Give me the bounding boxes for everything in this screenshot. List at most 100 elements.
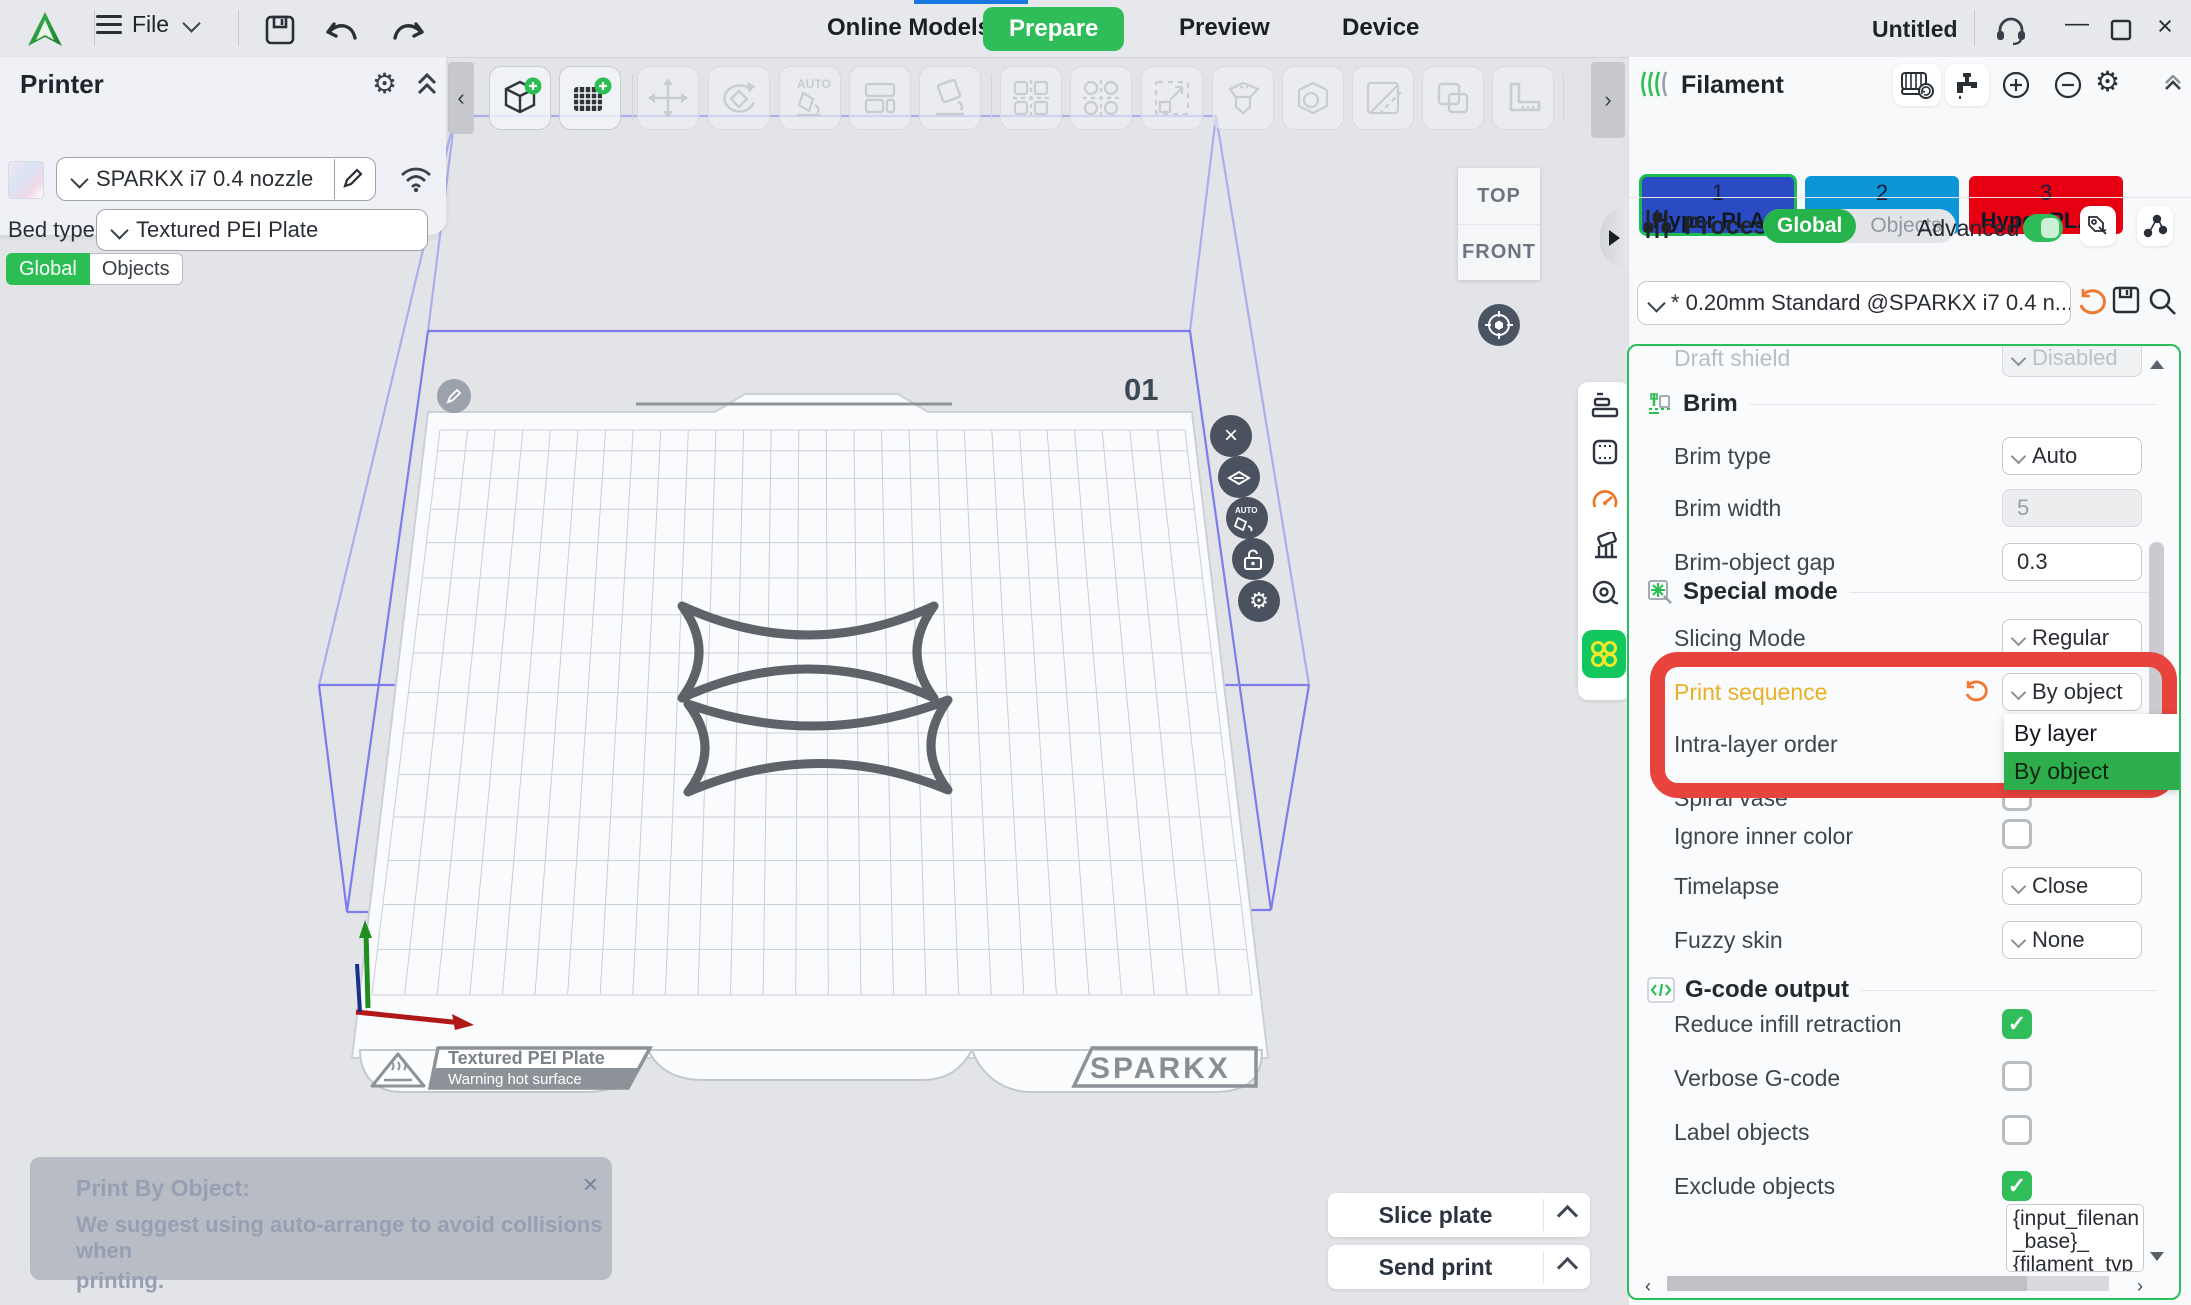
save-preset-button[interactable] [2112, 286, 2142, 316]
reset-print-sequence-button[interactable] [1962, 678, 1990, 706]
hscroll-thumb[interactable] [1667, 1276, 2027, 1291]
category-support-icon[interactable] [1591, 532, 1619, 560]
ignore-inner-color-checkbox[interactable] [2002, 819, 2032, 849]
support-painting-icon [1220, 75, 1266, 121]
ams-sync-button[interactable] [1893, 64, 1941, 106]
category-special-active[interactable] [1582, 630, 1626, 678]
wifi-icon[interactable] [398, 163, 434, 193]
category-quality-icon[interactable] [1591, 390, 1619, 418]
advanced-toggle[interactable] [2023, 214, 2063, 242]
category-others-icon[interactable] [1591, 579, 1619, 607]
printer-tab-objects[interactable]: Objects [90, 253, 183, 285]
process-preset-select[interactable]: * 0.20mm Standard @SPARKX i7 0.4 n... [1637, 281, 2071, 325]
seam-painting-button [1352, 66, 1414, 130]
search-preset-button[interactable] [2148, 287, 2178, 317]
label-objects-checkbox[interactable] [2002, 1115, 2032, 1145]
process-category-toolbar [1578, 382, 1630, 700]
nav-cube-front-face[interactable]: FRONT [1458, 225, 1540, 280]
tab-preview[interactable]: Preview [1179, 14, 1270, 42]
verbose-g-code-checkbox[interactable] [2002, 1061, 2032, 1091]
redo-button[interactable] [390, 14, 426, 48]
close-button[interactable]: × [2148, 11, 2182, 42]
delete-plate-button[interactable]: × [1210, 415, 1252, 457]
setting-row-slicing-mode: Slicing Mode Regular [1674, 618, 2142, 658]
timelapse-dropdown[interactable]: Close [2002, 867, 2142, 905]
build-plate[interactable]: Textured PEI Plate Warning hot surface S… [352, 394, 1268, 1092]
slice-plate-button[interactable]: Slice plate [1328, 1193, 1590, 1237]
toolbar-expand-right[interactable]: › [1591, 62, 1625, 138]
collapse-filament-icon[interactable] [2163, 75, 2183, 93]
fuzzy-skin-dropdown[interactable]: None [2002, 921, 2142, 959]
scroll-right-arrow[interactable]: › [2137, 1276, 2143, 1297]
plate-rename-button[interactable] [437, 379, 471, 413]
share-nodes-icon [2142, 213, 2168, 239]
svg-text:AUTO: AUTO [797, 77, 831, 91]
printer-tab-global[interactable]: Global [6, 253, 90, 285]
print-sequence-dropdown[interactable]: By object [2002, 673, 2142, 711]
transfer-settings-button[interactable] [2137, 206, 2173, 246]
toolbar-collapse-left[interactable]: ‹ [448, 62, 474, 134]
bed-type-select[interactable]: Textured PEI Plate [96, 209, 428, 251]
send-print-button[interactable]: Send print [1328, 1245, 1590, 1289]
clover-icon [1589, 639, 1619, 669]
add-filament-button[interactable] [2001, 70, 2033, 102]
flush-volumes-button[interactable] [1945, 64, 1989, 106]
setting-row-fuzzy-skin: Fuzzy skin None [1674, 920, 2142, 960]
scroll-down-arrow[interactable] [2150, 1252, 2164, 1261]
remove-filament-button[interactable] [2053, 70, 2085, 102]
compare-presets-button[interactable] [2080, 206, 2116, 246]
save-button[interactable] [264, 14, 296, 46]
exclude-objects-checkbox[interactable]: ✓ [2002, 1171, 2032, 1201]
reduce-infill-retraction-checkbox[interactable]: ✓ [2002, 1009, 2032, 1039]
slicing-mode-dropdown[interactable]: Regular [2002, 619, 2142, 657]
scroll-left-arrow[interactable]: ‹ [1645, 1276, 1651, 1297]
category-speed-icon[interactable] [1591, 485, 1619, 513]
settings-scrollbar-horizontal[interactable]: ‹ › [1629, 1274, 2179, 1294]
lock-plate-button[interactable] [1232, 538, 1274, 580]
auto-orient-plate-button[interactable]: AUTO [1226, 497, 1268, 539]
menu-item-by-layer[interactable]: By layer [2004, 714, 2180, 752]
move-button [637, 66, 699, 130]
brim-width-input: 5 [2002, 489, 2142, 527]
maximize-button[interactable] [2110, 19, 2132, 41]
filament-settings-gear-icon[interactable]: ⚙ [2095, 65, 2120, 98]
setting-row-label-objects: Label objects [1674, 1112, 2142, 1152]
menu-item-by-object[interactable]: By object [2004, 752, 2180, 790]
brim-type-dropdown[interactable]: Auto [2002, 437, 2142, 475]
chevron-down-icon [70, 170, 88, 188]
toast-body-line1: We suggest using auto-arrange to avoid c… [30, 1202, 612, 1264]
plate-label: Textured PEI Plate Warning hot surface [430, 1048, 650, 1088]
orbit-home-button[interactable] [1478, 304, 1520, 346]
arrange-icon [858, 76, 902, 120]
toast-close-icon[interactable]: × [583, 1169, 598, 1200]
document-title: Untitled [1872, 16, 1958, 43]
filename-format-input[interactable]: {input_filenan _base}_ {filament_typ [2006, 1204, 2144, 1272]
settings-scrollbar-vertical[interactable] [2148, 346, 2165, 1294]
minimize-button[interactable]: — [2060, 10, 2094, 38]
setting-row-timelapse: Timelapse Close [1674, 866, 2142, 906]
printer-preset-select[interactable]: SPARKX i7 0.4 nozzle [56, 157, 376, 201]
pencil-icon [445, 387, 463, 405]
setting-row-reduce-infill-retraction: Reduce infill retraction ✓ [1674, 1004, 2142, 1044]
undo-button[interactable] [324, 14, 360, 48]
add-plate-button[interactable] [559, 66, 621, 130]
brim-object-gap-input[interactable]: 0.3 [2002, 543, 2142, 581]
add-object-button[interactable] [489, 66, 551, 130]
file-menu[interactable]: File [96, 10, 198, 39]
category-strength-icon[interactable] [1591, 438, 1619, 466]
tab-prepare[interactable]: Prepare [983, 7, 1124, 51]
scroll-up-arrow[interactable] [2150, 360, 2164, 369]
arrange-plate-button[interactable] [1218, 456, 1260, 498]
printer-settings-gear-icon[interactable]: ⚙ [372, 67, 397, 100]
collapse-panel-icon[interactable] [416, 71, 438, 97]
nav-cube[interactable]: TOP FRONT [1458, 168, 1540, 280]
edit-printer-icon[interactable] [335, 167, 375, 191]
tab-device[interactable]: Device [1342, 14, 1419, 42]
seam-painting-icon [1361, 76, 1405, 120]
process-tab-global[interactable]: Global [1763, 209, 1856, 243]
support-headset-icon[interactable] [1994, 14, 2028, 46]
tab-online-models[interactable]: Online Models [827, 14, 991, 42]
reset-preset-button[interactable] [2076, 286, 2108, 318]
nav-cube-top-face[interactable]: TOP [1458, 168, 1540, 225]
plate-settings-button[interactable]: ⚙ [1238, 580, 1280, 622]
